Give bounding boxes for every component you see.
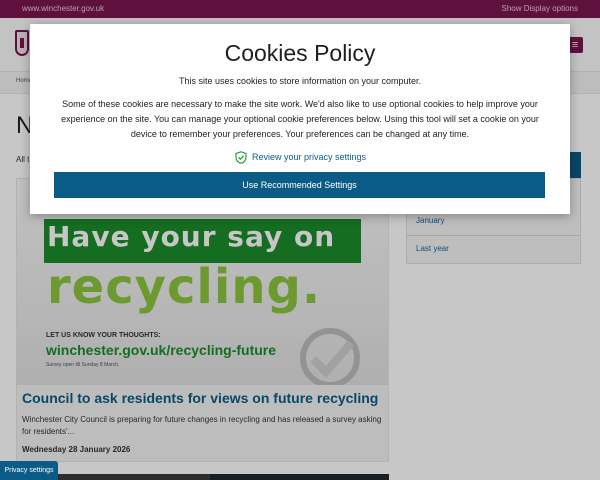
use-recommended-settings-button[interactable]: Use Recommended Settings (54, 172, 545, 198)
cookie-dialog-body: Some of these cookies are necessary to m… (61, 99, 539, 139)
review-privacy-settings-link[interactable]: Review your privacy settings (235, 150, 366, 164)
cookie-dialog-title: Cookies Policy (224, 40, 376, 66)
cookie-dialog: Cookies Policy This site uses cookies to… (30, 24, 570, 214)
cookie-dialog-lead: This site uses cookies to store informat… (178, 76, 422, 86)
review-privacy-settings-label: Review your privacy settings (252, 152, 367, 162)
privacy-settings-tab[interactable]: Privacy settings (0, 461, 58, 480)
shield-check-icon (235, 150, 247, 164)
